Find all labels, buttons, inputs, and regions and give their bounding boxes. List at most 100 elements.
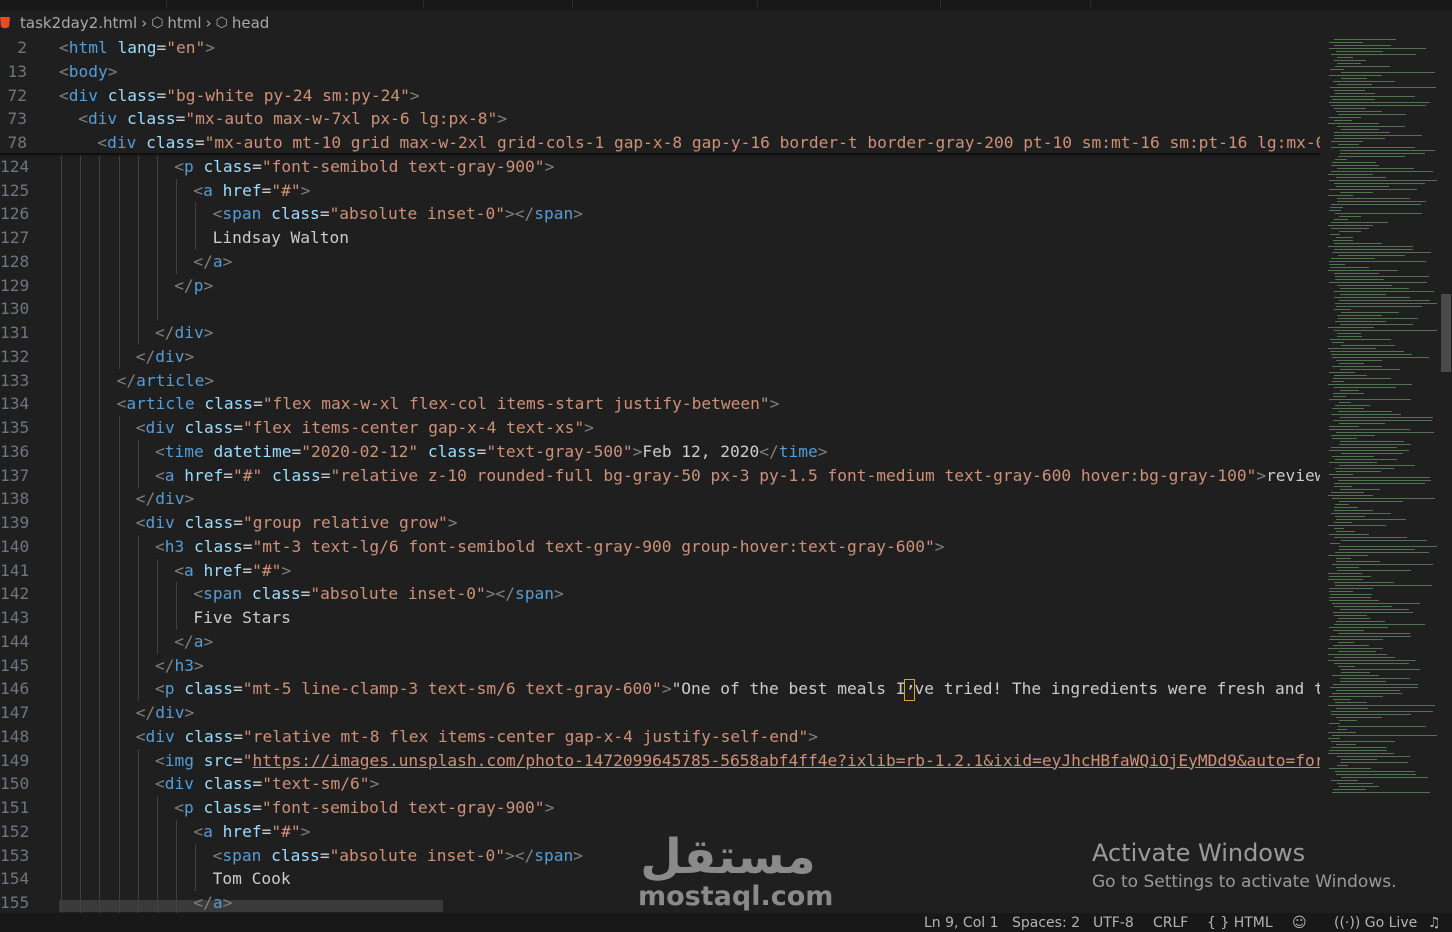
code-editor[interactable]: 2 <html lang="en"> 13 <body> 72 <div class="b…	[0, 35, 1320, 913]
go-live-button[interactable]: ((·)) Go Live	[1334, 915, 1417, 931]
code-token: article	[126, 394, 195, 414]
code-line[interactable]: 137 <a href="#" class="relative z-10 roun…	[0, 463, 1320, 488]
sticky-scroll-line[interactable]: 72 <div class="bg-white py-24 sm:py-24">	[0, 83, 1320, 108]
vertical-scrollbar-thumb[interactable]	[1441, 294, 1451, 372]
minimap-line	[1341, 129, 1379, 130]
code-line[interactable]: 146 <p class="mt-5 line-clamp-3 text-sm/6…	[0, 677, 1320, 702]
code-line[interactable]: 148 <div class="relative mt-8 flex items-…	[0, 724, 1320, 749]
code-line[interactable]: 138 </div>	[0, 487, 1320, 512]
code-line[interactable]: 126 <span class="absolute inset-0"></span…	[0, 202, 1320, 227]
code-token: >	[222, 893, 233, 912]
code-line[interactable]: 136 <time datetime="2020-02-12" class="te…	[0, 439, 1320, 464]
code-token: </	[135, 346, 156, 366]
code-token: =	[233, 418, 244, 437]
code-line[interactable]: 128 </a>	[0, 249, 1320, 274]
code-line[interactable]: 130	[0, 297, 1320, 322]
indent-guide	[118, 202, 120, 227]
code-line[interactable]: 153 <span class="absolute inset-0"></span…	[0, 843, 1320, 868]
vertical-scrollbar-track[interactable]	[1440, 35, 1452, 913]
sticky-scroll-line[interactable]: 78 <div class="mx-auto mt-10 grid max-w-2…	[0, 131, 1320, 155]
minimap-line	[1338, 666, 1355, 667]
indent-guide	[61, 344, 62, 369]
code-line[interactable]: 133 </article>	[0, 368, 1320, 393]
indent-guide	[137, 202, 139, 227]
code-token: >	[222, 251, 233, 271]
minimap-line	[1339, 444, 1411, 445]
indentation-setting[interactable]: Spaces: 2	[1012, 915, 1080, 931]
code-text: <article class="flex max-w-xl flex-col i…	[117, 392, 780, 416]
minimap-line	[1330, 87, 1436, 88]
indent-guide	[118, 487, 120, 512]
indent-guide	[80, 701, 82, 725]
indent-guide	[176, 819, 178, 844]
minimap-line	[1341, 669, 1420, 670]
code-line[interactable]: 134 <article class="flex max-w-xl flex-co…	[0, 392, 1320, 417]
cube-icon: ⬡	[215, 14, 228, 31]
minimap-line	[1328, 384, 1412, 385]
indent-guide	[176, 249, 178, 274]
code-text: <a href="#">	[193, 820, 310, 844]
code-line[interactable]: 129 </p>	[0, 273, 1320, 298]
minimap-line	[1341, 672, 1370, 673]
indent-guide	[61, 748, 62, 773]
code-line[interactable]: 135 <div class="flex items-center gap-x-4…	[0, 416, 1320, 440]
code-token: <	[155, 750, 165, 770]
indent-guide	[99, 226, 101, 250]
minimap-line	[1329, 117, 1361, 118]
code-line[interactable]: 125 <a href="#">	[0, 178, 1320, 203]
code-line[interactable]: 150 <div class="text-sm/6">	[0, 772, 1320, 797]
cursor-position[interactable]: Ln 9, Col 1	[924, 915, 999, 931]
eol-setting[interactable]: CRLF	[1153, 915, 1188, 931]
minimap-line	[1341, 72, 1435, 73]
minimap-line	[1340, 150, 1435, 151]
code-line[interactable]: 140 <h3 class="mt-3 text-lg/6 font-semibo…	[0, 534, 1320, 559]
language-mode[interactable]: { } HTML	[1207, 915, 1273, 931]
sticky-scroll-line[interactable]: 2 <html lang="en">	[0, 36, 1320, 60]
code-line[interactable]: 147 </div>	[0, 701, 1320, 725]
code-line[interactable]: 142 <span class="absolute inset-0"></span…	[0, 582, 1320, 607]
code-line[interactable]: 132 </div>	[0, 344, 1320, 369]
minimap-line	[1340, 369, 1400, 370]
indent-guide	[61, 582, 62, 607]
code-line[interactable]: 145 </h3>	[0, 653, 1320, 678]
code-line[interactable]: 143 Five Stars	[0, 606, 1320, 630]
code-line[interactable]: 154 Tom Cook	[0, 867, 1320, 892]
breadcrumb-file[interactable]: task2day2.html	[0, 14, 137, 32]
minimap-line	[1335, 585, 1432, 586]
code-line[interactable]: 139 <div class="group relative grow">	[0, 511, 1320, 535]
code-token: <	[78, 109, 88, 129]
code-token: span	[203, 584, 243, 604]
code-token: </	[193, 893, 213, 912]
code-line[interactable]: 127 Lindsay Walton	[0, 226, 1320, 250]
minimap[interactable]	[1322, 35, 1440, 913]
breadcrumb-item-head[interactable]: ⬡ head	[216, 14, 270, 32]
code-line[interactable]: 131 </div>	[0, 321, 1320, 345]
bell-icon[interactable]: ♫	[1428, 915, 1441, 931]
code-token: class	[146, 133, 195, 152]
code-token: >	[184, 489, 195, 509]
code-token: =	[319, 204, 330, 224]
code-line[interactable]: 155 </a>	[0, 891, 1320, 913]
sticky-scroll-line[interactable]: 13 <body>	[0, 59, 1320, 84]
copilot-icon[interactable]: ☺	[1292, 915, 1307, 931]
minimap-line	[1334, 243, 1382, 244]
code-line[interactable]: 152 <a href="#">	[0, 819, 1320, 844]
code-line[interactable]: 141 <a href="#">	[0, 558, 1320, 583]
breadcrumb-item-html[interactable]: ⬡ html	[151, 14, 201, 32]
code-text: </a>	[174, 630, 213, 654]
indent-guide	[118, 843, 120, 868]
indent-guide	[99, 677, 101, 702]
code-line[interactable]: 149 <img src="https://images.unsplash.com…	[0, 748, 1320, 773]
code-line[interactable]: 144 </a>	[0, 629, 1320, 654]
code-line[interactable]: 124 <p class="font-semibold text-gray-900…	[0, 154, 1320, 179]
indent-guide	[157, 558, 158, 583]
code-line[interactable]: 151 <p class="font-semibold text-gray-900…	[0, 796, 1320, 820]
minimap-line	[1334, 249, 1413, 250]
encoding-setting[interactable]: UTF-8	[1093, 915, 1134, 931]
sticky-scroll-line[interactable]: 73 <div class="mx-auto max-w-7xl px-6 lg:…	[0, 107, 1320, 132]
indent-guide	[99, 891, 101, 913]
indent-guide	[118, 463, 120, 488]
